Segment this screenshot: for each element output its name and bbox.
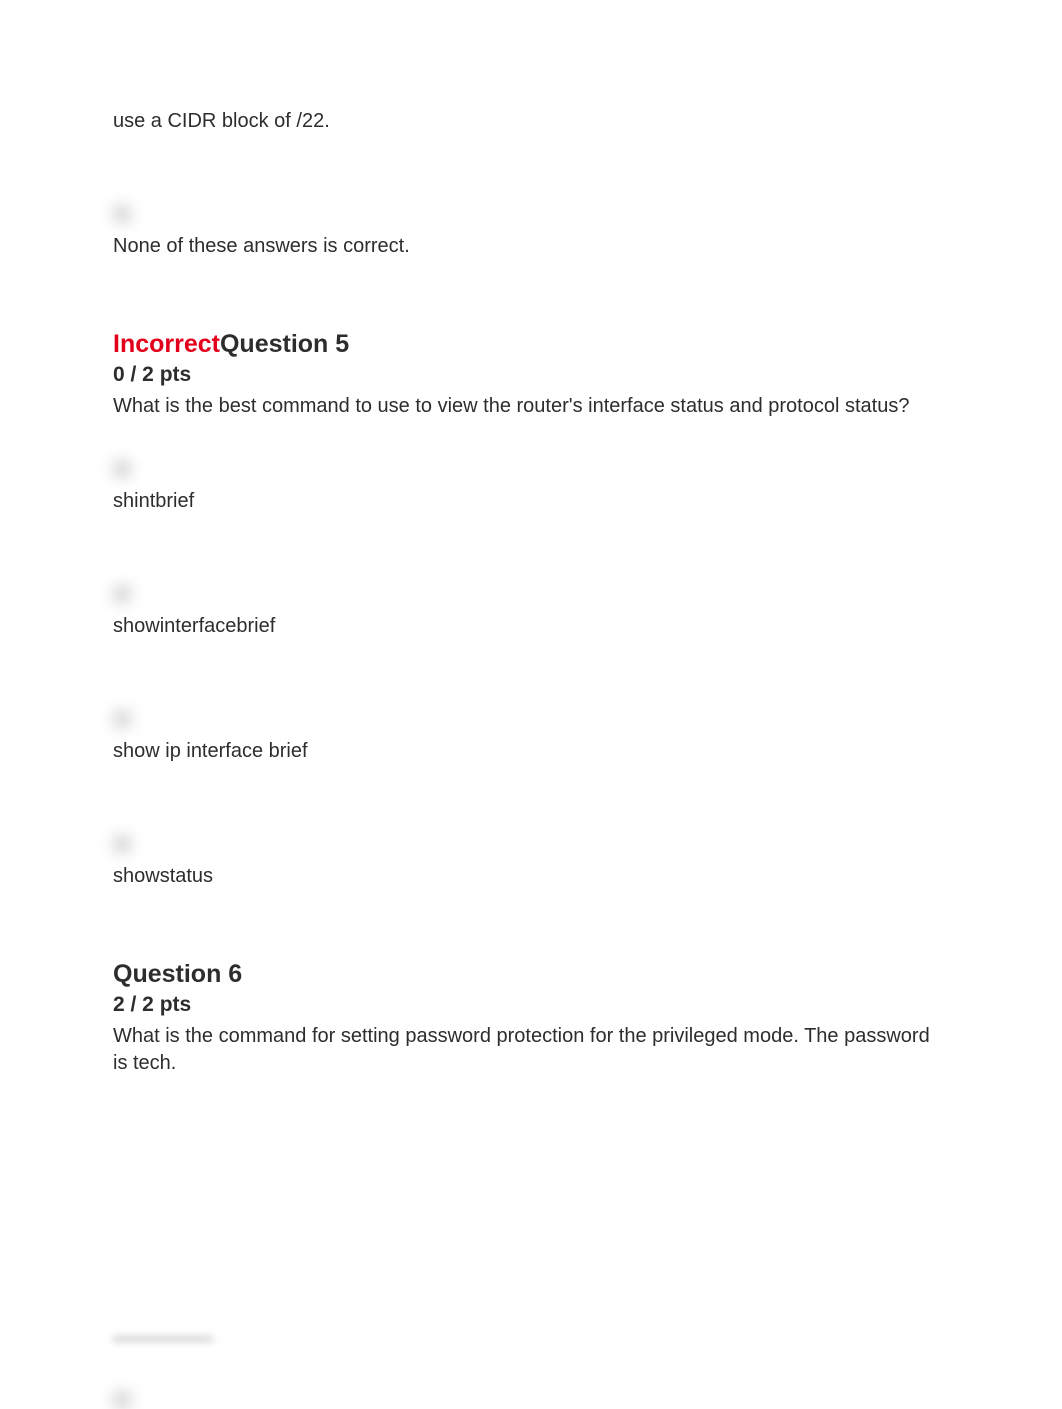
prev-answer-option: None of these answers is correct. [113, 205, 949, 260]
answer-text: showstatus [113, 863, 949, 890]
question-5-prompt: What is the best command to use to view … [113, 393, 949, 420]
question-number: Question 6 [113, 960, 242, 988]
radio-placeholder-icon [113, 835, 131, 853]
question-points: 0 / 2 pts [113, 363, 949, 387]
radio-placeholder-icon [113, 710, 131, 728]
radio-placeholder-icon [113, 205, 131, 223]
radio-placeholder-icon [113, 1391, 131, 1409]
answer-text: shintbrief [113, 488, 949, 515]
blurred-line-icon [113, 1337, 213, 1341]
question-title: Question 6 [113, 960, 949, 989]
answer-text: None of these answers is correct. [113, 233, 949, 260]
question-5-answers: shintbrief showinterfacebrief show ip in… [113, 460, 949, 890]
answer-text: show ip interface brief [113, 738, 949, 765]
question-5-header: IncorrectQuestion 5 0 / 2 pts [113, 330, 949, 387]
answer-option: showstatus [113, 835, 949, 890]
radio-placeholder-icon [113, 585, 131, 603]
radio-placeholder-icon [113, 460, 131, 478]
question-title: IncorrectQuestion 5 [113, 330, 949, 359]
question-6-prompt: What is the command for setting password… [113, 1023, 949, 1077]
question-number: Question 5 [220, 330, 349, 358]
answer-text: showinterfacebrief [113, 613, 949, 640]
prev-answer-option: use a CIDR block of /22. [113, 0, 949, 135]
question-6-header: Question 6 2 / 2 pts [113, 960, 949, 1017]
answer-option: show ip interface brief [113, 710, 949, 765]
answer-option: showinterfacebrief [113, 585, 949, 640]
question-points: 2 / 2 pts [113, 993, 949, 1017]
status-label-incorrect: Incorrect [113, 330, 220, 358]
answer-text: use a CIDR block of /22. [113, 108, 949, 135]
answer-option: shintbrief [113, 460, 949, 515]
blurred-content-gap [113, 1117, 949, 1267]
